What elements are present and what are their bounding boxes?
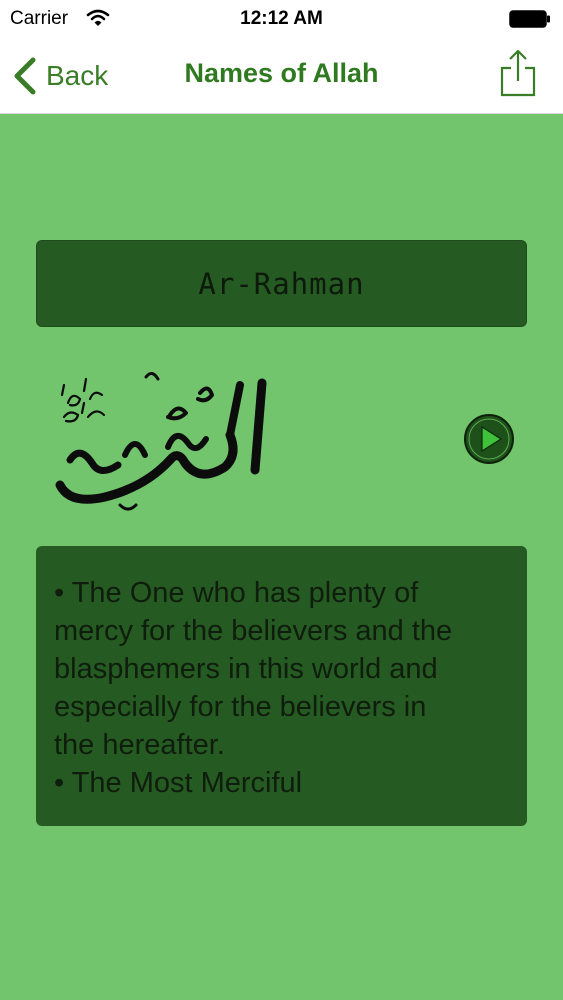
play-audio-button[interactable] [463,413,515,465]
name-title-panel: Ar-Rahman [36,240,527,327]
description-panel: • The One who has plenty of mercy for th… [36,546,527,826]
status-time: 12:12 AM [240,8,323,29]
navigation-bar: Back Names of Allah [0,38,563,114]
share-icon[interactable] [499,48,537,98]
description-line: • The Most Merciful [54,767,303,799]
battery-icon [509,10,550,28]
page-title: Names of Allah [184,58,379,88]
description-line: • The One who has plenty of [54,577,419,609]
description-line: the hereafter. [54,729,225,761]
description-line: blasphemers in this world and [54,653,438,685]
status-bar: Carrier 12:12 AM [0,0,563,38]
name-transliteration: Ar-Rahman [198,266,365,301]
arabic-calligraphy-image [55,372,267,511]
description-line: mercy for the believers and the [54,615,453,647]
description-line: especially for the believers in [54,691,427,723]
